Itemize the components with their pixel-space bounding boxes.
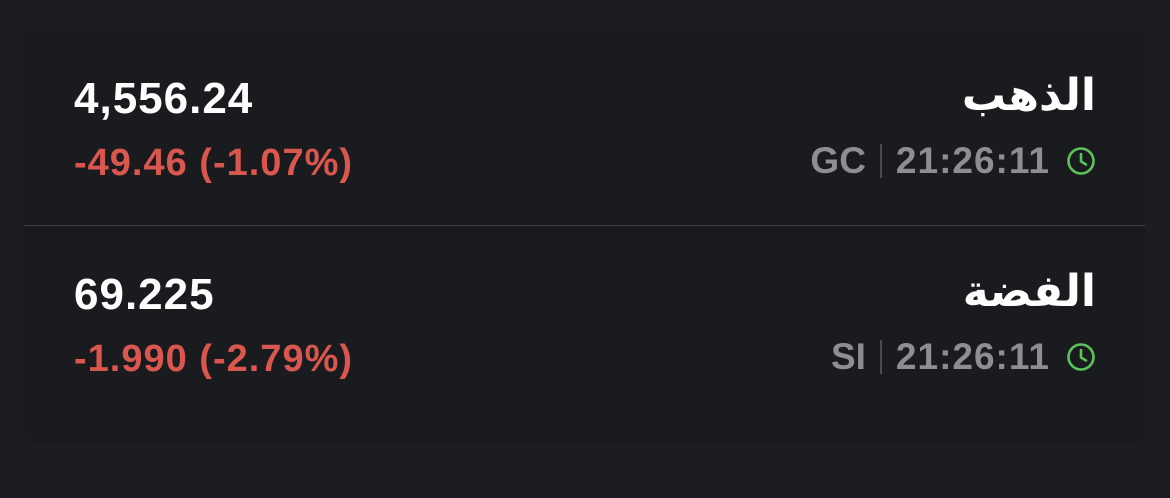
update-time: 21:26:11 — [895, 140, 1050, 181]
ticker-symbol: GC — [810, 140, 866, 181]
quote-row-silver[interactable]: 69.225 -1.990 (-2.79%) الفضة SI 21:26:11 — [24, 226, 1146, 422]
price-value: 69.225 — [74, 270, 215, 319]
price-change: -49.46 (-1.07%) — [74, 142, 354, 184]
previous-card-edge — [24, 0, 1146, 26]
quote-meta: GC 21:26:11 — [810, 140, 1096, 182]
quote-meta: SI 21:26:11 — [831, 336, 1096, 378]
instrument-name: الذهب — [961, 70, 1096, 121]
commodities-card: 4,556.24 -49.46 (-1.07%) الذهب GC 21:26:… — [24, 30, 1146, 444]
price-change: -1.990 (-2.79%) — [74, 338, 354, 380]
clock-icon — [1067, 147, 1095, 175]
separator — [879, 340, 882, 374]
price-value: 4,556.24 — [74, 74, 254, 123]
separator — [879, 144, 882, 178]
quote-row-gold[interactable]: 4,556.24 -49.46 (-1.07%) الذهب GC 21:26:… — [24, 30, 1146, 226]
clock-icon — [1067, 343, 1095, 371]
screen: 4,556.24 -49.46 (-1.07%) الذهب GC 21:26:… — [0, 0, 1170, 498]
update-time: 21:26:11 — [895, 336, 1050, 377]
instrument-name: الفضة — [962, 266, 1096, 317]
ticker-symbol: SI — [830, 336, 866, 377]
